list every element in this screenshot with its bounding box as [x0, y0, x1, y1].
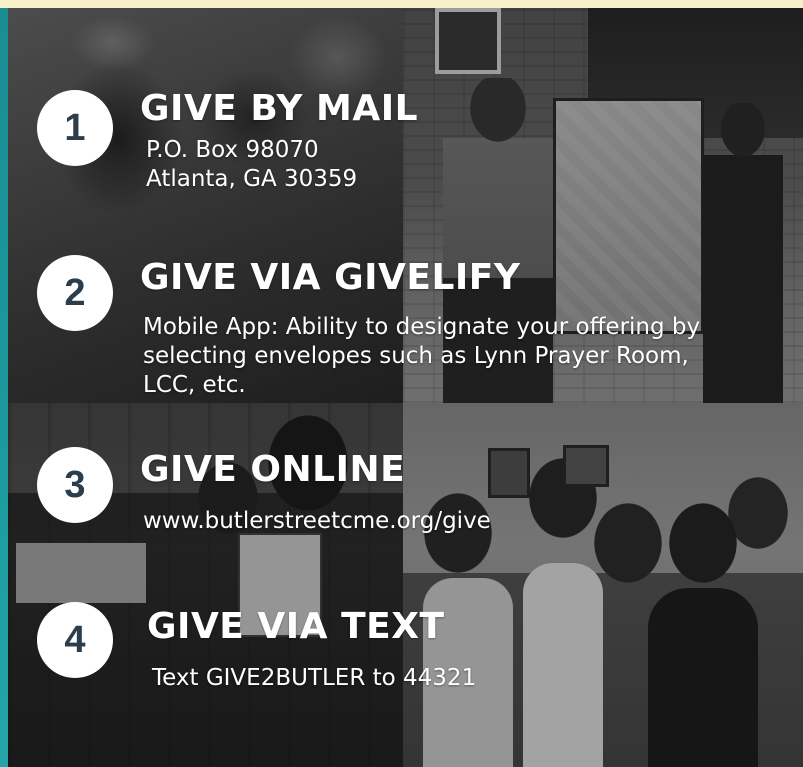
- givelify-description-line: Mobile App: Ability to designate your of…: [143, 314, 701, 340]
- step-number-badge: 2: [37, 255, 113, 331]
- step-details: Text GIVE2BUTLER to 44321: [152, 664, 476, 693]
- step-number-badge: 4: [37, 602, 113, 678]
- step-details: Mobile App: Ability to designate your of…: [143, 313, 700, 400]
- step-title: GIVE BY MAIL: [140, 88, 419, 129]
- step-details: P.O. Box 98070 Atlanta, GA 30359: [146, 136, 357, 194]
- givelify-description-line: selecting envelopes such as Lynn Prayer …: [143, 343, 689, 369]
- giving-graphic: 1 GIVE BY MAIL P.O. Box 98070 Atlanta, G…: [0, 0, 803, 767]
- givelify-description-line: LCC, etc.: [143, 372, 246, 398]
- step-title: GIVE VIA GIVELIFY: [140, 257, 521, 298]
- top-accent-strip: [0, 0, 803, 8]
- giving-url-link[interactable]: www.butlerstreetcme.org/give: [143, 507, 491, 536]
- mail-address-line: Atlanta, GA 30359: [146, 166, 358, 192]
- step-number-badge: 1: [37, 90, 113, 166]
- text-to-give-instruction: Text GIVE2BUTLER to 44321: [152, 665, 477, 691]
- mail-address-line: P.O. Box 98070: [146, 137, 319, 163]
- step-number-badge: 3: [37, 447, 113, 523]
- step-title: GIVE ONLINE: [140, 449, 406, 490]
- left-accent-strip: [0, 8, 8, 767]
- step-title: GIVE VIA TEXT: [147, 606, 445, 647]
- step-details: www.butlerstreetcme.org/give: [143, 507, 491, 536]
